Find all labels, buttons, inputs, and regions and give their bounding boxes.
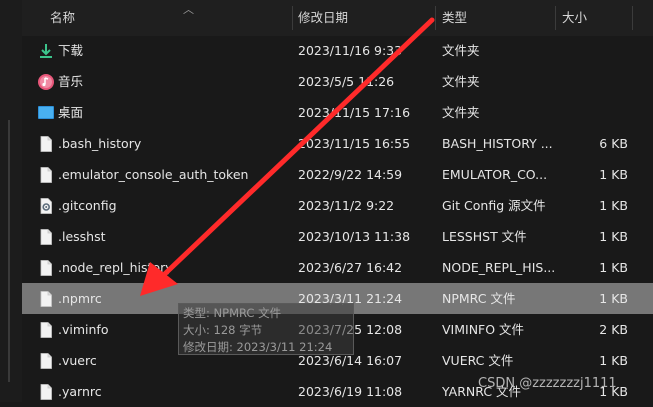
annotation-arrow: [140, 17, 435, 296]
watermark: CSDN @zzzzzzzj1111: [478, 376, 617, 391]
